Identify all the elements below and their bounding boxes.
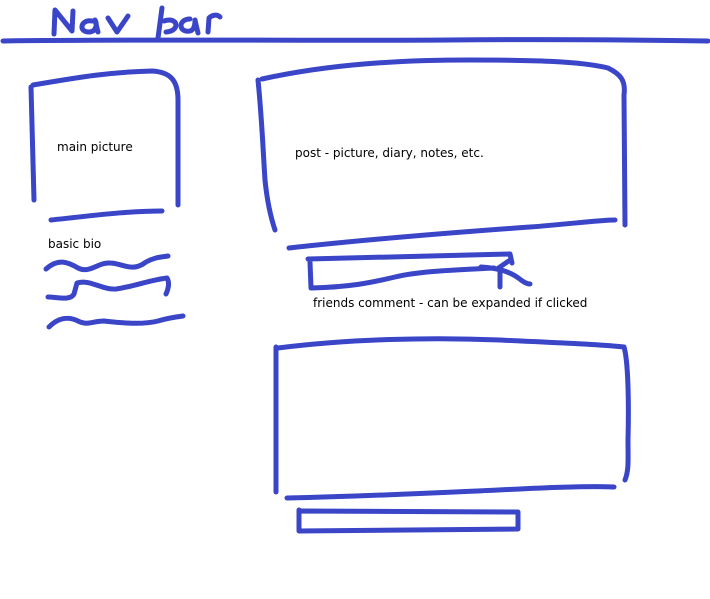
nav-bar-title — [51, 5, 223, 41]
second-comment-bar — [296, 507, 521, 534]
basic-bio-label: basic bio — [48, 237, 102, 251]
bio-line-1 — [43, 253, 171, 273]
nav-bar-divider — [0, 37, 710, 44]
main-picture-label: main picture — [57, 140, 133, 154]
bio-line-2 — [45, 275, 172, 301]
friends-comment-label: friends comment - can be expanded if cli… — [313, 296, 588, 310]
bio-line-3 — [46, 313, 186, 330]
post-label: post - picture, diary, notes, etc. — [295, 146, 484, 160]
pointer-arrow — [478, 257, 533, 290]
second-post-box — [273, 336, 631, 501]
comment-bar — [305, 251, 515, 291]
